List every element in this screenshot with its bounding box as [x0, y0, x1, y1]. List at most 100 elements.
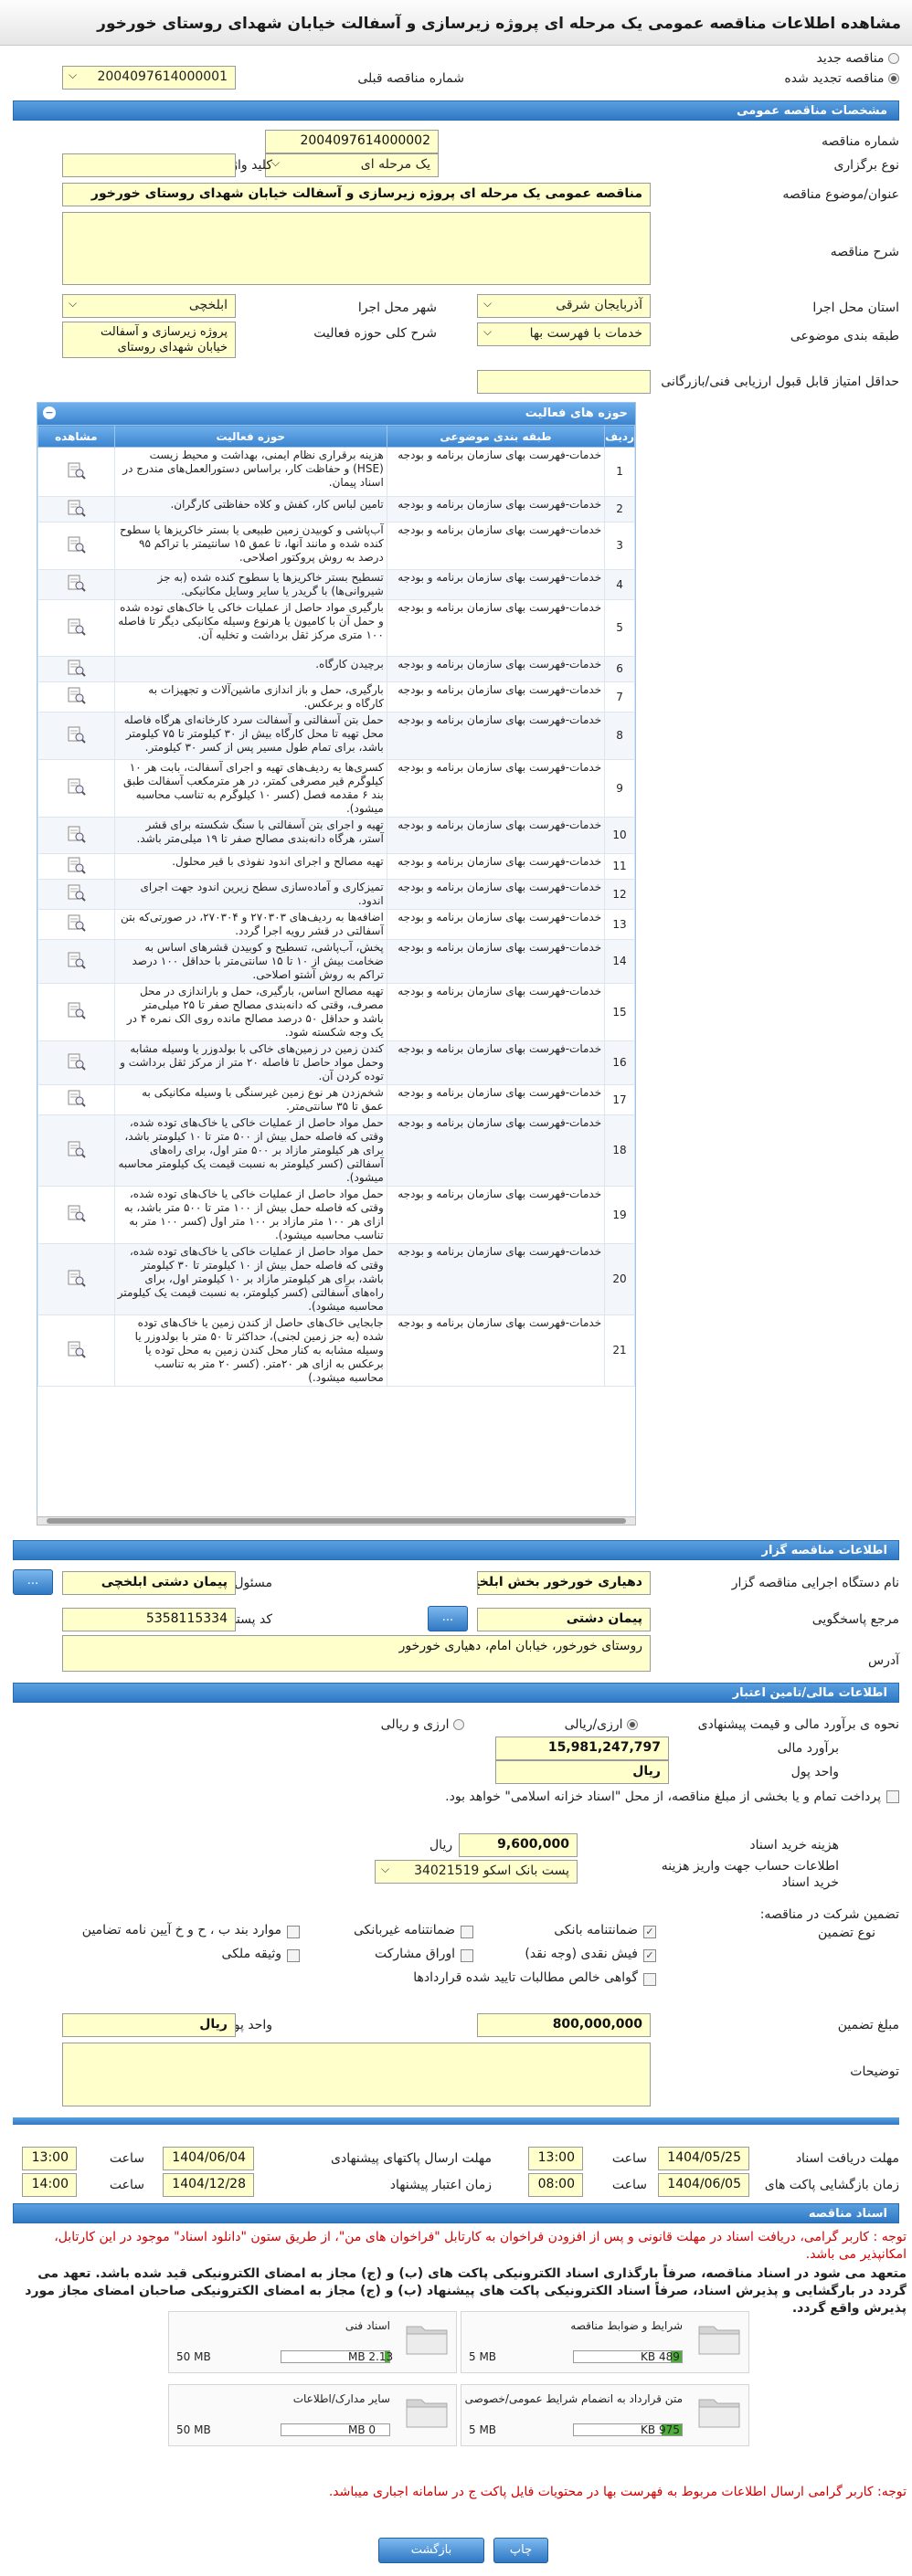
- opt-property-checkbox[interactable]: [287, 1949, 300, 1962]
- row-scope: بارگیری مواد حاصل از عملیات خاکی یا خاک‌…: [113, 599, 387, 657]
- opt-bank-checkbox[interactable]: ✓: [643, 1926, 656, 1938]
- page-title: مشاهده اطلاعات مناقصه عمومی یک مرحله ای …: [0, 0, 912, 46]
- opt-cash-checkbox[interactable]: ✓: [643, 1949, 656, 1962]
- scope-field[interactable]: پروژه زیرسازی و آسفالت خیابان شهدای روست…: [62, 322, 236, 358]
- opt-property: وثیقه ملکی: [221, 1947, 281, 1961]
- view-document-icon[interactable]: [66, 726, 87, 746]
- unit-label: واحد پول: [790, 1765, 839, 1779]
- view-document-icon[interactable]: [66, 687, 87, 707]
- chevron-down-icon: ⌵: [271, 156, 281, 169]
- amount-label: مبلغ تضمین: [837, 2018, 899, 2032]
- rial-option[interactable]: ارزی/ریالی: [565, 1717, 638, 1732]
- document-card[interactable]: سایر مدارک/اطلاعات 0 MB 50 MB: [168, 2384, 457, 2446]
- document-card[interactable]: اسناد فنی 2.13 MB 50 MB: [168, 2311, 457, 2373]
- opt-claims-checkbox[interactable]: [643, 1973, 656, 1986]
- download-notice: توجه : کاربر گرامی، دریافت اسناد در مهلت…: [54, 2230, 907, 2262]
- radio-icon[interactable]: [888, 73, 899, 84]
- view-document-icon[interactable]: [66, 500, 87, 520]
- opt-clauses: موارد بند ب ، ح و خ آیین نامه تضامین: [81, 1923, 281, 1937]
- recv-docs-time: 13:00: [528, 2147, 583, 2170]
- row-view: [37, 1114, 115, 1187]
- opt-nonbank-checkbox[interactable]: [461, 1926, 473, 1938]
- view-document-icon[interactable]: [66, 1341, 87, 1361]
- view-document-icon[interactable]: [66, 618, 87, 639]
- row-scope: پخش، آب‌پاشی، تسطیح و کوبیدن قشرهای اساس…: [113, 939, 387, 984]
- fx-option[interactable]: ارزی و ریالی: [381, 1717, 464, 1732]
- notes-label: توضیحات: [850, 2064, 899, 2079]
- row-scope: کسری‌ها یه ردیف‌های تهیه و اجرای آسفالت،…: [113, 759, 387, 818]
- card-used: 489 KB: [641, 2350, 680, 2363]
- view-document-icon[interactable]: [66, 857, 87, 877]
- row-category: خدمات-فهرست بهای سازمان برنامه و بودجه: [386, 817, 606, 854]
- row-number: 16: [604, 1040, 635, 1085]
- view-document-icon[interactable]: [66, 1002, 87, 1022]
- view-document-icon[interactable]: [66, 884, 87, 904]
- official-lookup-button[interactable]: ...: [13, 1569, 53, 1595]
- row-category: خدمات-فهرست بهای سازمان برنامه و بودجه: [386, 1084, 606, 1115]
- row-view: [37, 656, 115, 682]
- account-label: اطلاعات حساب جهت واریز هزینه خرید اسناد: [661, 1859, 839, 1890]
- view-document-icon[interactable]: [66, 1090, 87, 1110]
- horizontal-scrollbar[interactable]: [37, 1516, 636, 1526]
- back-button[interactable]: بازگشت: [378, 2538, 484, 2563]
- valid-time-label: ساعت: [109, 2178, 144, 2192]
- view-document-icon[interactable]: [66, 462, 87, 482]
- scroll-thumb[interactable]: [47, 1518, 626, 1524]
- description-label: شرح مناقصه: [830, 245, 899, 259]
- recv-time-label: ساعت: [611, 2151, 647, 2166]
- finance-section-header: اطلاعات مالی/تامین اعتبار: [13, 1683, 899, 1703]
- row-view: [37, 939, 115, 984]
- category-select[interactable]: خدمات با فهرست بها ⌵: [477, 322, 651, 346]
- view-document-icon[interactable]: [66, 536, 87, 556]
- city-select[interactable]: ابلخچی ⌵: [62, 294, 236, 318]
- keyword-field[interactable]: [62, 153, 236, 177]
- activity-header: حوزه های فعالیت −: [37, 403, 635, 425]
- document-card[interactable]: متن قرارداد به انضمام شرایط عمومی/خصوصی 9…: [461, 2384, 749, 2446]
- row-category: خدمات-فهرست بهای سازمان برنامه و بودجه: [386, 1243, 606, 1315]
- folder-icon: [405, 2319, 449, 2356]
- opt-clauses-checkbox[interactable]: [287, 1926, 300, 1938]
- chevron-down-icon: ⌵: [69, 69, 78, 81]
- estimate-label: برآورد مالی: [777, 1741, 839, 1756]
- view-document-icon[interactable]: [66, 826, 87, 846]
- province-label: استان محل اجرا: [812, 301, 899, 315]
- type-select[interactable]: یک مرحله ای ⌵: [265, 153, 439, 177]
- notes-field[interactable]: [62, 2043, 651, 2106]
- chevron-down-icon: ⌵: [483, 325, 493, 338]
- province-select[interactable]: آذربایجان شرقی ⌵: [477, 294, 651, 318]
- opt-bonds-checkbox[interactable]: [461, 1949, 473, 1962]
- view-document-icon[interactable]: [66, 1270, 87, 1290]
- account-select[interactable]: پست بانک اسکو 34021519 ⌵: [375, 1860, 578, 1884]
- view-document-icon[interactable]: [66, 660, 87, 680]
- prev-number-select[interactable]: 2004097614000001 ⌵: [62, 66, 236, 90]
- description-field[interactable]: [62, 212, 651, 285]
- row-view: [37, 817, 115, 854]
- row-number: 6: [604, 656, 635, 682]
- view-document-icon[interactable]: [66, 952, 87, 972]
- print-button[interactable]: چاپ: [493, 2538, 548, 2563]
- treasury-checkbox[interactable]: [886, 1790, 899, 1803]
- row-scope: تهیه مصالح و اجرای اندود نفوذی با قیر مح…: [113, 853, 387, 880]
- view-document-icon[interactable]: [66, 1141, 87, 1161]
- view-document-icon[interactable]: [66, 1205, 87, 1225]
- collapse-icon[interactable]: −: [43, 406, 56, 419]
- radio-icon[interactable]: [627, 1719, 638, 1730]
- radio-icon[interactable]: [453, 1719, 464, 1730]
- view-document-icon[interactable]: [66, 914, 87, 934]
- table-row: 5 خدمات-فهرست بهای سازمان برنامه و بودجه ب…: [37, 599, 635, 657]
- renewed-tender-option[interactable]: مناقصه تجدید شده: [784, 71, 899, 86]
- row-view: [37, 1314, 115, 1387]
- row-scope: جابجایی خاک‌های حاصل از کندن زمین یا خاک…: [113, 1314, 387, 1387]
- opt-bonds: اوراق مشارکت: [374, 1947, 455, 1961]
- row-number: 10: [604, 817, 635, 854]
- document-card[interactable]: شرایط و ضوابط مناقصه 489 KB 5 MB: [461, 2311, 749, 2373]
- view-document-icon[interactable]: [66, 575, 87, 595]
- view-document-icon[interactable]: [66, 778, 87, 798]
- contact-lookup-button[interactable]: ...: [428, 1606, 468, 1631]
- radio-icon[interactable]: [888, 53, 899, 64]
- table-row: 19 خدمات-فهرست بهای سازمان برنامه و بودجه…: [37, 1186, 635, 1244]
- row-category: خدمات-فهرست بهای سازمان برنامه و بودجه: [386, 712, 606, 760]
- view-document-icon[interactable]: [66, 1053, 87, 1073]
- row-view: [37, 759, 115, 818]
- new-tender-option[interactable]: مناقصه جدید: [817, 51, 899, 66]
